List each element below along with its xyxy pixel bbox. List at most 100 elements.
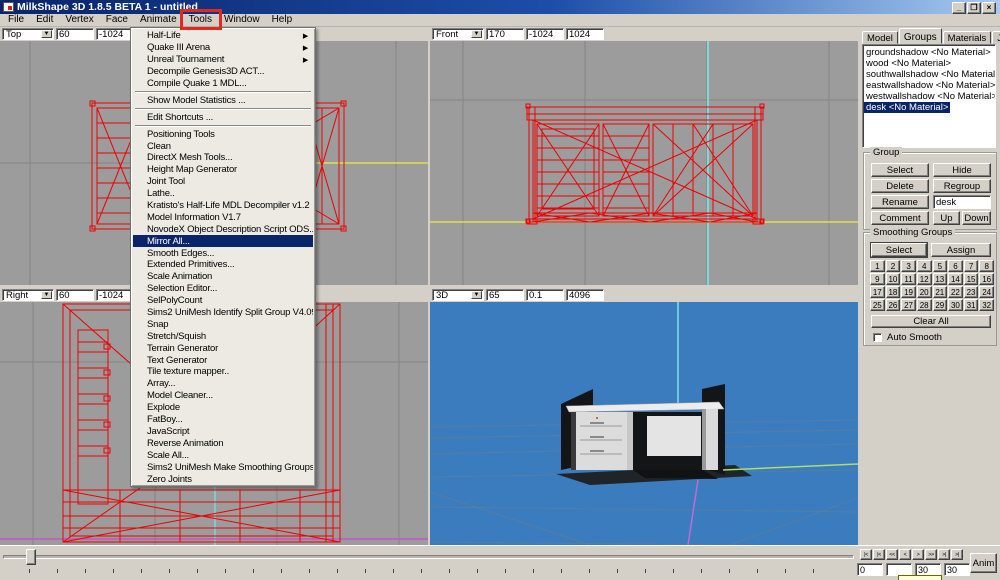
tools-menu-item[interactable]: Selection Editor... (133, 283, 313, 295)
smoothing-group-button[interactable]: 28 (917, 299, 932, 311)
panel-tab[interactable]: Model (862, 31, 898, 44)
minimize-button[interactable]: _ (952, 2, 966, 14)
viewport-3d-canvas[interactable] (430, 302, 858, 545)
tools-menu-item[interactable]: Mirror All... (133, 235, 313, 247)
group-list-item[interactable]: groundshadow <No Material> (864, 47, 994, 58)
playback-button[interactable]: |< (860, 549, 872, 560)
tools-menu-item[interactable]: Edit Shortcuts ... (133, 111, 313, 123)
tools-menu-item[interactable]: Extended Primitives... (133, 259, 313, 271)
tools-menu-item[interactable]: Half-Life ▶ (133, 30, 313, 42)
menu-bar-item[interactable]: Edit (30, 14, 59, 26)
group-list-item[interactable]: desk <No Material> (864, 102, 994, 113)
group-delete-button[interactable]: Delete (871, 179, 929, 193)
group-up-button[interactable]: Up (933, 211, 960, 225)
smoothing-group-button[interactable]: 27 (901, 299, 916, 311)
panel-tab[interactable]: Groups (899, 28, 942, 44)
playback-button[interactable]: >> (925, 549, 937, 560)
playback-button[interactable]: >| (938, 549, 950, 560)
smoothing-group-button[interactable]: 32 (979, 299, 994, 311)
smoothing-group-button[interactable]: 30 (948, 299, 963, 311)
timeline-track[interactable] (3, 555, 854, 559)
smoothing-group-button[interactable]: 6 (948, 260, 963, 272)
menu-bar-item[interactable]: Help (266, 14, 299, 26)
tools-menu-item[interactable]: Terrain Generator (133, 342, 313, 354)
smoothing-group-button[interactable]: 19 (901, 286, 916, 298)
chevron-down-icon[interactable]: ▼ (471, 291, 482, 299)
smoothing-group-button[interactable]: 23 (964, 286, 979, 298)
smoothing-group-button[interactable]: 26 (886, 299, 901, 311)
smoothing-group-button[interactable]: 8 (979, 260, 994, 272)
playback-button[interactable]: < (899, 549, 911, 560)
playback-button[interactable]: > (912, 549, 924, 560)
smoothing-group-button[interactable]: 4 (917, 260, 932, 272)
smoothing-group-button[interactable]: 16 (979, 273, 994, 285)
playback-button[interactable]: >| (951, 549, 963, 560)
group-name-input[interactable] (933, 195, 991, 209)
frame-field[interactable]: 30 (944, 563, 970, 576)
min-field-front[interactable] (526, 28, 564, 40)
smoothing-group-button[interactable]: 15 (964, 273, 979, 285)
tools-menu-item[interactable]: Sims2 UniMesh Make Smoothing Groups V4.0… (133, 461, 313, 473)
smoothing-group-button[interactable]: 20 (917, 286, 932, 298)
smoothing-group-button[interactable]: 7 (964, 260, 979, 272)
group-down-button[interactable]: Down (962, 211, 991, 225)
zoom-field-top[interactable] (56, 28, 94, 40)
view-select-right[interactable]: Right ▼ (2, 289, 54, 301)
group-list-item[interactable]: westwallshadow <No Material> (864, 91, 994, 102)
group-list-item[interactable]: southwallshadow <No Material> (864, 69, 994, 80)
menu-bar-item[interactable]: Window (218, 14, 266, 26)
tools-menu-item[interactable]: Text Generator (133, 354, 313, 366)
anim-button[interactable]: Anim (970, 553, 997, 573)
tools-menu-item[interactable]: DirectX Mesh Tools... (133, 152, 313, 164)
smoothing-group-button[interactable]: 11 (901, 273, 916, 285)
close-button[interactable]: × (982, 2, 996, 14)
view-select-front[interactable]: Front ▼ (432, 28, 484, 40)
tools-menu-item[interactable]: SelPolyCount (133, 295, 313, 307)
tools-menu-item[interactable]: FatBoy... (133, 414, 313, 426)
tools-menu-item[interactable]: Scale Animation (133, 271, 313, 283)
tools-menu-item[interactable]: NovodeX Object Description Script ODS... (133, 223, 313, 235)
tools-menu-item[interactable]: Model Information V1.7 (133, 211, 313, 223)
restore-button[interactable]: ❐ (967, 2, 981, 14)
panel-tab[interactable]: Materials (943, 31, 992, 44)
smoothing-group-button[interactable]: 24 (979, 286, 994, 298)
chevron-down-icon[interactable]: ▼ (471, 30, 482, 38)
group-select-button[interactable]: Select (871, 163, 929, 177)
smoothing-group-button[interactable]: 14 (948, 273, 963, 285)
smoothing-group-button[interactable]: 5 (933, 260, 948, 272)
smoothing-group-button[interactable]: 22 (948, 286, 963, 298)
tools-menu-item[interactable]: Height Map Generator (133, 164, 313, 176)
max-field-front[interactable] (566, 28, 604, 40)
smoothing-group-button[interactable]: 12 (917, 273, 932, 285)
auto-smooth-checkbox[interactable] (873, 333, 882, 342)
tools-menu-item[interactable]: Lathe.. (133, 188, 313, 200)
group-list-item[interactable]: wood <No Material> (864, 58, 994, 69)
smoothing-group-button[interactable]: 9 (870, 273, 885, 285)
fov-field-3d[interactable] (486, 289, 524, 301)
group-rename-button[interactable]: Rename (871, 195, 929, 209)
clear-all-button[interactable]: Clear All (871, 315, 991, 328)
menu-bar-item[interactable]: Tools (183, 14, 218, 26)
zoom-field-front[interactable] (486, 28, 524, 40)
tools-menu-item[interactable]: Show Model Statistics ... (133, 94, 313, 106)
group-regroup-button[interactable]: Regroup (933, 179, 991, 193)
menu-bar-item[interactable]: Vertex (59, 14, 99, 26)
smoothing-group-button[interactable]: 1 (870, 260, 885, 272)
far-field-3d[interactable] (566, 289, 604, 301)
playback-button[interactable]: |< (873, 549, 885, 560)
timeline-slider-handle[interactable] (26, 549, 36, 565)
tools-menu-item[interactable]: Zero Joints (133, 473, 313, 485)
frame-field[interactable]: 0 (857, 563, 883, 576)
tools-menu-item[interactable]: Positioning Tools (133, 128, 313, 140)
tools-menu-item[interactable]: Compile Quake 1 MDL... (133, 78, 313, 90)
min-field-top[interactable] (96, 28, 134, 40)
view-select-top[interactable]: Top ▼ (2, 28, 54, 40)
tools-menu-item[interactable]: Decompile Genesis3D ACT... (133, 66, 313, 78)
tools-menu-item[interactable]: Array... (133, 378, 313, 390)
app-icon[interactable] (3, 2, 14, 12)
menu-bar-item[interactable]: Animate (134, 14, 183, 26)
tools-menu-item[interactable]: Reverse Animation (133, 437, 313, 449)
menu-bar-item[interactable]: Face (100, 14, 134, 26)
menu-bar-item[interactable]: File (2, 14, 30, 26)
playback-button[interactable]: << (886, 549, 898, 560)
